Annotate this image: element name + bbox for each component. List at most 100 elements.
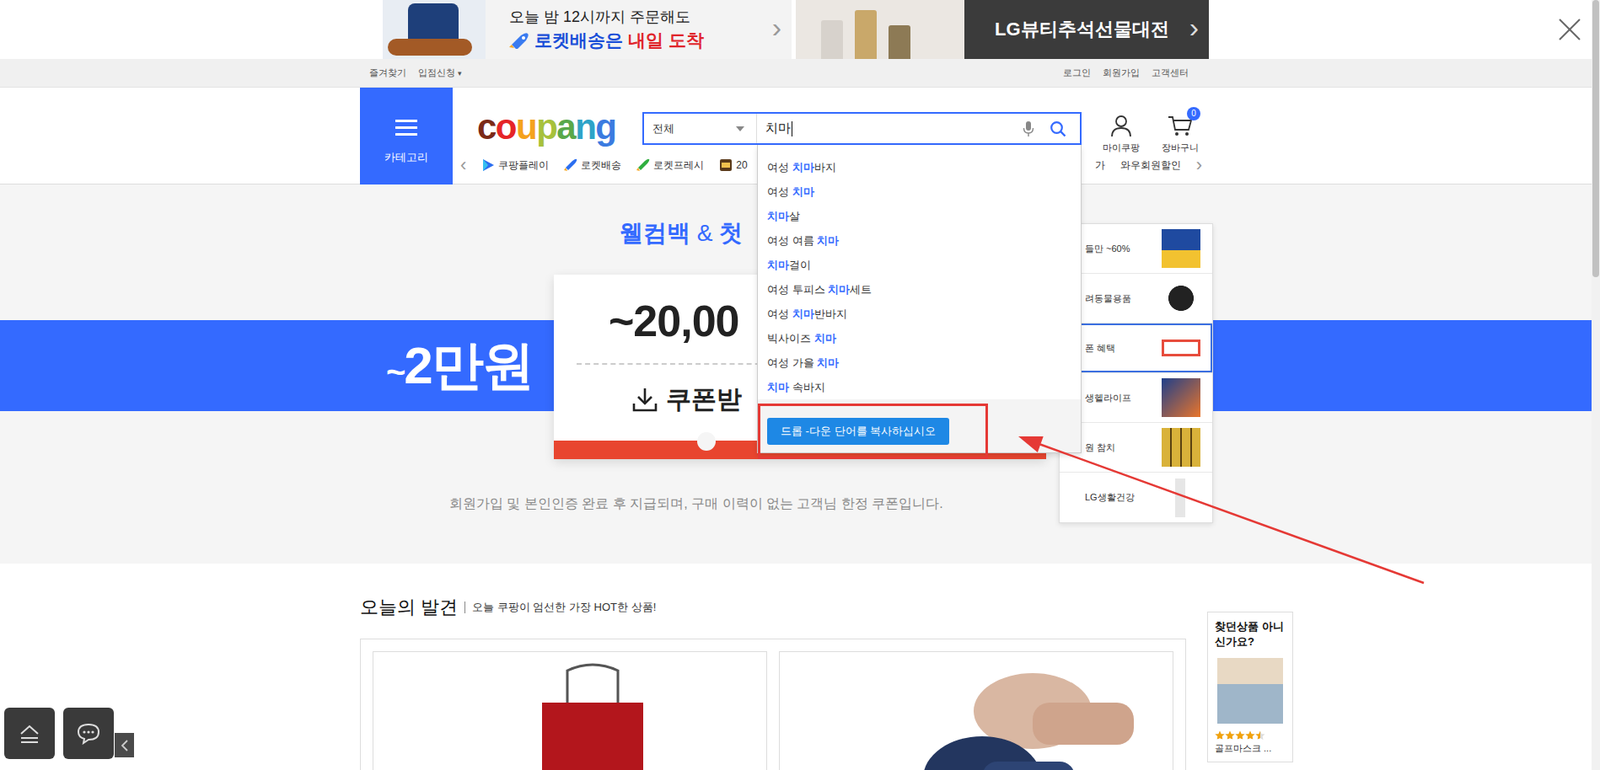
band-text: ~2만원 — [386, 330, 533, 402]
text-caret — [791, 121, 793, 137]
side-thumbnail — [1161, 279, 1201, 318]
download-icon — [632, 386, 658, 413]
annotation-box — [757, 403, 988, 460]
banner-text: 오늘 밤 12시까지 주문해도 로켓배송은 내일 도착 — [485, 6, 763, 53]
coupang-page: 오늘 밤 12시까지 주문해도 로켓배송은 내일 도착 › LG뷰티추석선물대전… — [0, 0, 1600, 770]
nav-prev-button[interactable]: ‹ — [460, 156, 467, 174]
banner-line: 로켓배송은 내일 도착 — [509, 28, 763, 53]
copy-button[interactable]: 드롭 -다운 단어를 복사하십시오 — [767, 418, 950, 446]
discovery-title: 오늘의 발견 오늘 쿠팡이 엄선한 가장 HOT한 상품! — [359, 595, 1232, 620]
play-icon — [481, 158, 495, 172]
main-area: 오늘 밤 12시까지 주문해도 로켓배송은 내일 도착 › LG뷰티추석선물대전… — [0, 0, 1592, 770]
rocket-icon — [563, 158, 578, 172]
side-panel: 들만 ~60% 려동물용품 폰 혜택 생헬라이프 원 참치 LG생활건강 — [1058, 223, 1214, 524]
product-card[interactable] — [778, 651, 1174, 770]
cart-count-badge: 0 — [1186, 107, 1201, 121]
search-icon[interactable] — [1049, 120, 1067, 138]
utility-link[interactable]: 고객센터 — [1151, 66, 1189, 80]
nav-item[interactable]: 로켓배송 — [563, 158, 622, 173]
scroll-top-icon — [18, 724, 41, 745]
side-thumbnail — [1161, 378, 1201, 418]
nav-item[interactable]: 로켓프레시 — [636, 158, 704, 173]
logo[interactable]: coupang — [477, 112, 643, 145]
close-icon[interactable] — [1557, 16, 1583, 43]
nav-item[interactable]: 가 — [1095, 158, 1106, 173]
side-panel-item[interactable]: 들만 ~60% — [1059, 224, 1213, 274]
utility-link[interactable]: 즐겨찾기 — [369, 66, 407, 80]
banner-arrow[interactable]: › — [762, 10, 792, 49]
search-box: 전체 치마 여성 치마바지여성 치마치마살여성 여름 치마치마걸이여성 투피스 … — [642, 112, 1082, 145]
top-banner-bar: 오늘 밤 12시까지 주문해도 로켓배송은 내일 도착 › LG뷰티추석선물대전… — [0, 0, 1592, 60]
chevron-left-icon — [120, 740, 129, 752]
discovery-section: 오늘의 발견 오늘 쿠팡이 엄선한 가장 HOT한 상품! 찾던상품 아니신가요… — [0, 563, 1592, 770]
header: 카테고리 coupang 전체 치마 여성 치마바지여성 치마치마살여성 여름 … — [0, 87, 1592, 185]
suggestion-item[interactable]: 여성 투피스 치마세트 — [757, 277, 1081, 302]
suggestion-item[interactable]: 빅사이즈 치마 — [757, 326, 1081, 351]
product-image — [373, 652, 767, 770]
nav-next-button[interactable]: › — [1196, 156, 1203, 174]
utility-left: 즐겨찾기 입점신청▾ — [369, 66, 462, 80]
dropdown-footer: 드롭 -다운 단어를 복사하십시오 — [757, 399, 1081, 453]
person-icon — [1109, 113, 1133, 138]
rocket-fresh-icon — [636, 158, 650, 172]
suggestion-item[interactable]: 치마살 — [757, 204, 1081, 229]
recommend-box[interactable]: 찾던상품 아니신가요? 골프마스크 ... — [1207, 612, 1294, 763]
suggestion-item[interactable]: 여성 여름 치마 — [757, 228, 1081, 253]
side-panel-item[interactable]: 원 참치 — [1059, 423, 1213, 473]
rocket-banner[interactable]: 오늘 밤 12시까지 주문해도 로켓배송은 내일 도착 › — [382, 0, 792, 60]
caret-icon: ▾ — [457, 69, 462, 78]
scrollbar[interactable] — [1591, 0, 1600, 770]
suggestion-item[interactable]: 여성 가을 치마 — [757, 350, 1081, 376]
utility-right: 로그인 회원가입 고객센터 — [1063, 66, 1189, 80]
utility-link[interactable]: 입점신청▾ — [418, 66, 462, 80]
nav-item[interactable]: 20 — [719, 158, 747, 172]
side-thumbnail — [1161, 478, 1201, 518]
hamburger-icon — [395, 118, 418, 138]
collapse-tab[interactable] — [114, 733, 135, 758]
banner-image — [795, 0, 965, 60]
side-thumbnail — [1161, 428, 1201, 468]
rating-stars — [1214, 729, 1266, 740]
banner-text: LG뷰티추석선물대전 — [964, 16, 1180, 43]
dropdown-caret-icon — [735, 126, 745, 132]
suggestion-item[interactable]: 치마 속바지 — [757, 375, 1081, 400]
suggestion-item[interactable]: 여성 치마 — [757, 179, 1081, 205]
nav-item[interactable]: 와우회원할인 — [1120, 158, 1182, 173]
discovery-cards — [359, 638, 1187, 770]
category-button[interactable]: 카테고리 — [359, 87, 453, 185]
suggestion-item[interactable]: 여성 치마반바지 — [757, 301, 1081, 327]
scope-select[interactable]: 전체 — [644, 113, 758, 144]
scrollbar-thumb[interactable] — [1592, 0, 1600, 278]
side-thumbnail — [1161, 229, 1201, 269]
nav-item[interactable]: 쿠팡플레이 — [481, 158, 549, 173]
my-coupang-button[interactable]: 마이쿠팡 — [1095, 112, 1147, 155]
product-card[interactable] — [372, 651, 768, 770]
header-main: coupang 전체 치마 여성 치마바지여성 치마치마살여성 여름 치마치마걸… — [452, 87, 1232, 184]
event-icon — [719, 158, 733, 172]
search-input[interactable]: 치마 — [757, 120, 1023, 137]
banner-image — [382, 0, 486, 60]
chat-icon — [76, 723, 101, 746]
banner-line: 오늘 밤 12시까지 주문해도 — [509, 6, 763, 27]
suggestion-item[interactable]: 여성 치마바지 — [757, 155, 1081, 180]
side-panel-item[interactable]: 려동물용품 — [1059, 273, 1213, 324]
utility-bar: 즐겨찾기 입점신청▾ 로그인 회원가입 고객센터 — [0, 59, 1592, 88]
product-thumbnail — [1217, 658, 1284, 725]
suggestion-item[interactable]: 치마걸이 — [757, 252, 1081, 278]
beauty-banner[interactable]: LG뷰티추석선물대전 › — [795, 0, 1209, 60]
star-filled-icon — [1214, 730, 1261, 740]
autocomplete-dropdown: 여성 치마바지여성 치마치마살여성 여름 치마치마걸이여성 투피스 치마세트여성… — [757, 144, 1082, 454]
side-thumbnail — [1161, 339, 1201, 357]
scroll-top-button[interactable] — [4, 708, 55, 760]
utility-link[interactable]: 회원가입 — [1102, 66, 1140, 80]
banner-arrow[interactable]: › — [1179, 10, 1209, 49]
utility-link[interactable]: 로그인 — [1063, 66, 1091, 80]
side-panel-item[interactable]: LG생활건강 — [1059, 472, 1213, 523]
cart-button[interactable]: 0 장바구니 — [1154, 112, 1206, 155]
rocket-icon — [509, 32, 530, 49]
side-panel-item[interactable]: 폰 혜택 — [1059, 323, 1213, 374]
side-panel-item[interactable]: 생헬라이프 — [1059, 373, 1213, 424]
chat-button[interactable] — [63, 708, 114, 760]
microphone-icon[interactable] — [1022, 120, 1035, 138]
product-image — [779, 652, 1173, 770]
